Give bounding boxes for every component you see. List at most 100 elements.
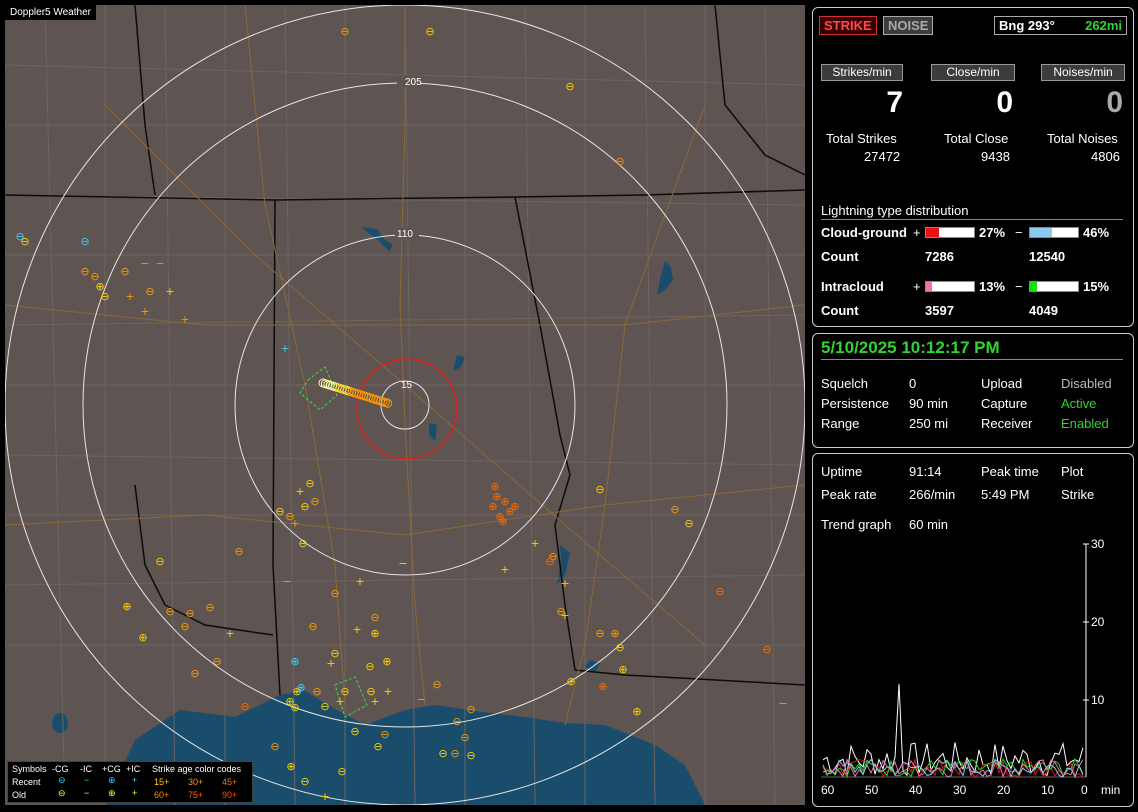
strike-icon: ⊖	[715, 585, 724, 598]
close-alarm-ring	[356, 358, 458, 460]
strike-icon: ⊖	[320, 700, 329, 713]
strike-icon: +	[352, 623, 361, 636]
intracloud-label: Intracloud	[821, 279, 884, 294]
strike-icon: ⊖	[565, 80, 574, 93]
upload-value[interactable]: Disabled	[1061, 376, 1112, 391]
plot-value[interactable]: Strike	[1061, 487, 1094, 502]
ic-positive-fill	[926, 282, 933, 291]
x-tick-60: 60	[821, 783, 835, 797]
ic-positive-pct: 13%	[979, 279, 1006, 294]
legend-col-pos-ic: +IC	[126, 764, 141, 774]
lightning-map[interactable]: Doppler5 Weather 205 110 15 ⊖ ⊖ ⊖ ⊖ ⊕ ⊖ …	[5, 5, 805, 805]
strike-icon: ⊖	[305, 477, 314, 490]
receiver-value[interactable]: Enabled	[1061, 416, 1109, 431]
squelch-label: Squelch	[821, 376, 868, 391]
legend-col-pos-cg: +CG	[102, 764, 121, 774]
strike-icon: ⊖	[370, 611, 379, 624]
upload-label: Upload	[981, 376, 1023, 391]
trend-graph-value[interactable]: 60 min	[909, 517, 948, 532]
strike-icon: ⊖	[312, 685, 321, 698]
x-tick-10: 10	[1041, 783, 1055, 797]
peak-rate-label: Peak rate	[821, 487, 877, 502]
strike-icon: ⊖	[300, 775, 309, 788]
trend-panel: Uptime 91:14 Peak time Plot Peak rate 26…	[812, 453, 1134, 807]
strike-icon: ⊖	[432, 678, 441, 691]
capture-value[interactable]: Active	[1061, 396, 1096, 411]
lake	[429, 423, 437, 441]
range-label: Range	[821, 416, 860, 431]
cg-positive-pct: 27%	[979, 225, 1006, 240]
age-75: 75+	[188, 790, 204, 800]
ic-positive-count: 3597	[925, 303, 954, 318]
strike-icon: ⊕	[488, 500, 497, 513]
strike-icon: ⊖	[330, 587, 339, 600]
squelch-value[interactable]: 0	[909, 376, 916, 391]
x-tick-30: 30	[953, 783, 967, 797]
legend-old-label: Old	[12, 790, 27, 800]
trend-graph: 30 20 10 60 50 40 30 20 10 0 min	[821, 537, 1120, 797]
strike-icon: ⊕	[510, 500, 519, 513]
strike-icon: ⊕	[290, 655, 299, 668]
close-per-min-value: 0	[996, 86, 1013, 119]
uptime-value: 91:14	[909, 464, 942, 479]
strike-icon: ⊖	[308, 620, 317, 633]
cg-positive-bar	[925, 227, 975, 238]
strike-icon: ⊖	[595, 627, 604, 640]
strike-icon: ⊖	[466, 749, 475, 762]
strike-icon: ⊕	[296, 681, 305, 694]
uptime-label: Uptime	[821, 464, 863, 479]
strike-icon: +	[140, 305, 149, 318]
strike-icon: ⊖	[275, 505, 284, 518]
plot-label: Plot	[1061, 464, 1084, 479]
cg-plus-sign: +	[913, 225, 921, 240]
strike-icon: ⊖	[365, 660, 374, 673]
strike-icon: ⊖	[337, 765, 346, 778]
range-value[interactable]: 250 mi	[909, 416, 948, 431]
strike-icon: ⊖	[120, 265, 129, 278]
ic-negative-bar	[1029, 281, 1079, 292]
strike-icon: ⊖	[545, 555, 554, 568]
noises-per-min-button[interactable]: Noises/min	[1041, 64, 1125, 81]
strike-icon: −	[282, 575, 291, 588]
ic-plus-sign: +	[913, 279, 921, 294]
distance-value: 262mi	[1085, 18, 1122, 33]
strike-icon: ⊕	[498, 515, 507, 528]
neg-cg-recent-icon: ⊖	[58, 775, 66, 785]
neg-cg-old-icon: ⊖	[58, 788, 66, 798]
age-15: 15+	[154, 777, 170, 787]
distribution-title: Lightning type distribution	[821, 203, 969, 218]
lake	[453, 355, 465, 371]
capture-label: Capture	[981, 396, 1028, 411]
strike-icon: ⊕	[566, 675, 575, 688]
strike-icon: ⊖	[340, 685, 349, 698]
total-noises-value: 4806	[1091, 149, 1120, 164]
strike-icon: ⊖	[234, 545, 243, 558]
cg-minus-sign: −	[1015, 225, 1023, 240]
cg-negative-fill	[1030, 228, 1053, 237]
strike-icon: ⊖	[310, 495, 319, 508]
cg-count-label: Count	[821, 249, 859, 264]
strike-indicator[interactable]: STRIKE	[819, 16, 877, 35]
strike-icon: +	[560, 577, 569, 590]
strike-icon: +	[290, 517, 299, 530]
peak-time-label: Peak time	[981, 464, 1039, 479]
total-strikes-value: 27472	[864, 149, 901, 164]
noise-indicator[interactable]: NOISE	[883, 16, 934, 35]
strike-icon: ⊖	[212, 655, 221, 668]
total-close-label: Total Close	[944, 131, 1009, 146]
strike-icon: +	[125, 290, 134, 303]
pos-ic-old-icon: +	[132, 788, 138, 798]
persistence-value[interactable]: 90 min	[909, 396, 948, 411]
strike-icon: ⊖	[165, 605, 174, 618]
strike-icon: ⊖	[556, 605, 565, 618]
strike-icon: ⊖	[300, 500, 309, 513]
age-45: 45+	[222, 777, 238, 787]
strikes-per-min-button[interactable]: Strikes/min	[821, 64, 903, 81]
x-tick-0: 0	[1081, 783, 1088, 797]
strike-icon: ⊖	[615, 641, 624, 654]
cg-negative-bar	[1029, 227, 1079, 238]
current-datetime: 5/10/2025 10:12:17 PM	[821, 338, 1000, 357]
noises-per-min-value: 0	[1106, 86, 1123, 119]
close-per-min-button[interactable]: Close/min	[931, 64, 1015, 81]
strike-icon: ⊕	[382, 655, 391, 668]
